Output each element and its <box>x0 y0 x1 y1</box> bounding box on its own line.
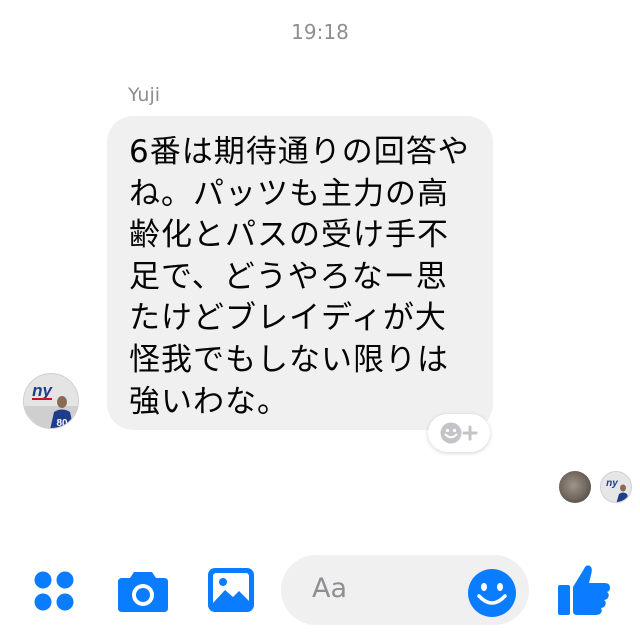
camera-button[interactable] <box>115 567 171 615</box>
seen-avatar-2-image: ny <box>601 472 631 502</box>
message-line: 6番は期待通りの回答や <box>129 134 470 170</box>
sender-avatar[interactable]: 80 ny <box>23 373 79 429</box>
message-line: ね。パッツも主力の高 <box>129 175 449 212</box>
seen-avatar-2: ny <box>600 471 632 503</box>
message-input-placeholder: Aa <box>312 573 348 604</box>
smiley-plus-icon <box>440 422 478 444</box>
sender-name: Yuji <box>128 84 161 106</box>
apps-icon <box>34 571 74 611</box>
message-line: たけどブレイディが大 <box>129 300 447 337</box>
emoji-button[interactable] <box>466 567 518 619</box>
emoji-icon <box>468 569 516 617</box>
reaction-button[interactable] <box>428 414 490 452</box>
seen-team-logo: ny <box>606 478 618 489</box>
jersey-number: 80 <box>56 418 68 429</box>
message-bubble[interactable]: 6番は期待通りの回答や ね。パッツも主力の高 齢化とパスの受け手不 足で、どうやろなー… <box>107 116 493 430</box>
apps-button[interactable] <box>30 567 78 615</box>
messenger-chat-screen: 19:18 Yuji 6番は期待通りの回答や ね。パッツも主力の高 齢化とパスの受け… <box>0 0 640 642</box>
gallery-button[interactable] <box>205 565 257 615</box>
seen-avatar-1 <box>559 471 591 503</box>
message-line: 強いわな。 <box>129 383 289 420</box>
gallery-icon <box>208 568 254 612</box>
thumbs-up-icon <box>558 565 610 615</box>
message-line: 怪我でもしない限りは <box>129 341 449 378</box>
like-button[interactable] <box>555 560 613 618</box>
message-line: 齢化とパスの受け手不 <box>129 217 449 254</box>
message-timestamp: 19:18 <box>291 20 349 44</box>
team-logo: ny <box>32 381 53 400</box>
message-text: 6番は期待通りの回答や ね。パッツも主力の高 齢化とパスの受け手不 足で、どうやろなー… <box>129 132 473 423</box>
message-line: 足で、どうやろなー思 <box>129 258 448 295</box>
sender-avatar-image: 80 ny <box>24 374 78 429</box>
camera-icon <box>118 572 168 612</box>
